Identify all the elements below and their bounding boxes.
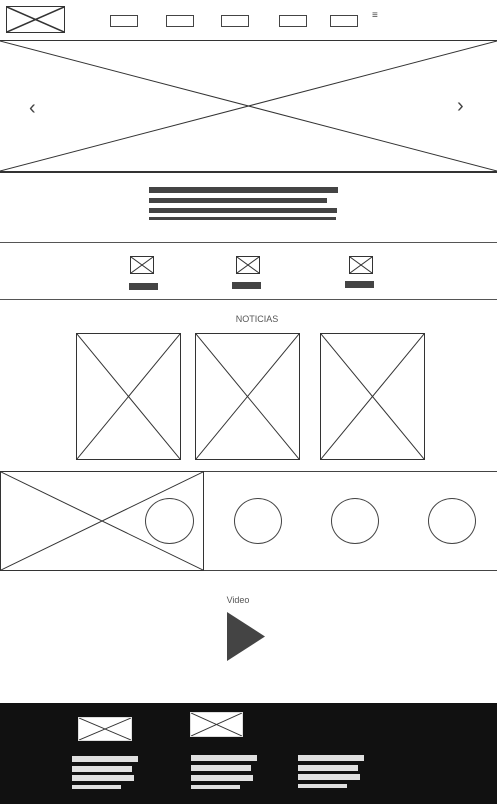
- footer-logo-1[interactable]: [78, 717, 132, 741]
- hero-slider: [0, 40, 497, 173]
- news-card-1[interactable]: [76, 333, 181, 460]
- video-title: Video: [226, 595, 250, 605]
- image-placeholder-icon: [196, 334, 299, 459]
- header-logo[interactable]: [6, 6, 65, 33]
- footer-col1-line-1: [72, 756, 138, 762]
- intro-text-line-4: [149, 217, 336, 220]
- nav-item-5[interactable]: [330, 15, 358, 27]
- image-placeholder-icon: [7, 7, 64, 32]
- footer-col2-line-1: [191, 755, 257, 761]
- footer-col3-line-2: [298, 765, 358, 771]
- footer-col3-line-4: [298, 784, 347, 788]
- feature-label-2: [232, 282, 261, 289]
- footer-col2-line-2: [191, 765, 251, 771]
- gallery-circle-4[interactable]: [428, 498, 476, 544]
- intro-text-line-1: [149, 187, 338, 193]
- image-placeholder-icon: [321, 334, 424, 459]
- play-icon[interactable]: [227, 612, 265, 661]
- footer-col2-line-3: [191, 775, 253, 781]
- feature-icon-2: [236, 256, 260, 274]
- hero-next-arrow[interactable]: ›: [457, 96, 464, 116]
- nav-item-1[interactable]: [110, 15, 138, 27]
- gallery-circle-3[interactable]: [331, 498, 379, 544]
- nav-item-4[interactable]: [279, 15, 307, 27]
- image-placeholder-icon: [79, 718, 131, 740]
- hero-prev-arrow[interactable]: ‹: [29, 98, 36, 118]
- image-placeholder-icon: [77, 334, 180, 459]
- divider: [0, 299, 497, 300]
- footer-col1-line-4: [72, 785, 121, 789]
- feature-icon-3: [349, 256, 373, 274]
- footer-col1-line-2: [72, 766, 132, 772]
- nav-item-2[interactable]: [166, 15, 194, 27]
- envelope-icon: [350, 257, 372, 273]
- footer-logo-2[interactable]: [190, 712, 243, 737]
- feature-label-3: [345, 281, 374, 288]
- footer-col3-line-1: [298, 755, 364, 761]
- footer-col3-line-3: [298, 774, 360, 780]
- envelope-icon: [237, 257, 259, 273]
- intro-text-line-2: [149, 198, 327, 203]
- footer-col2-line-4: [191, 785, 240, 789]
- feature-label-1: [129, 283, 158, 290]
- news-card-2[interactable]: [195, 333, 300, 460]
- feature-icon-1: [130, 256, 154, 274]
- image-placeholder-icon: [191, 713, 242, 736]
- footer: [0, 703, 497, 804]
- news-card-3[interactable]: [320, 333, 425, 460]
- divider: [0, 242, 497, 243]
- hamburger-menu-icon[interactable]: ≡: [372, 10, 378, 22]
- news-title: NOTICIAS: [235, 314, 279, 324]
- nav-item-3[interactable]: [221, 15, 249, 27]
- gallery-circle-2[interactable]: [234, 498, 282, 544]
- image-placeholder-icon: [0, 41, 497, 171]
- footer-col1-line-3: [72, 775, 134, 781]
- envelope-icon: [131, 257, 153, 273]
- gallery-circle-1[interactable]: [145, 498, 194, 544]
- intro-text-line-3: [149, 208, 337, 213]
